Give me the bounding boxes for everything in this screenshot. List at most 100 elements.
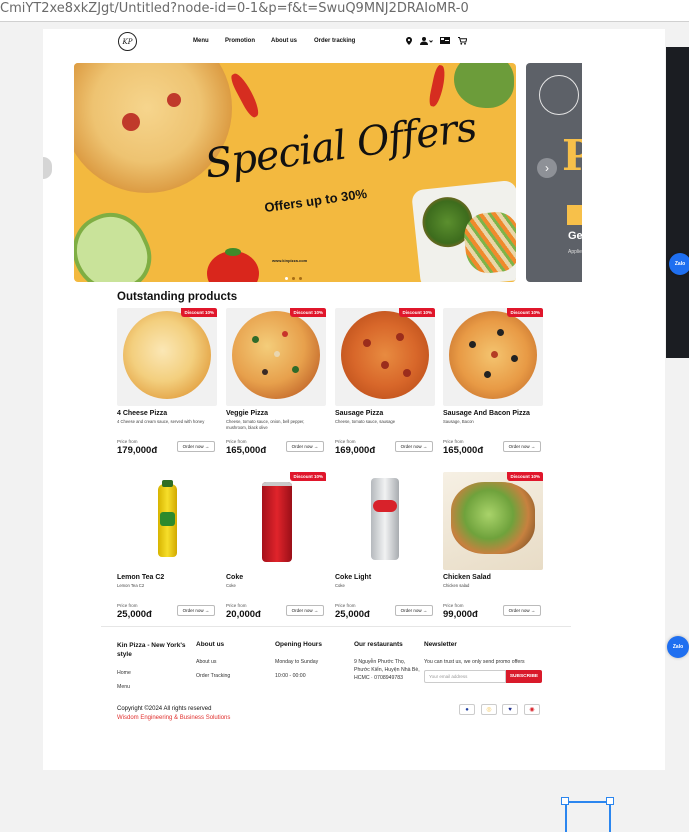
zalo-chat-button[interactable]: Zalo xyxy=(667,636,689,658)
browser-address-bar[interactable]: CmiYT2xe8xkZJgt/Untitled?node-id=0-1&p=f… xyxy=(0,0,689,22)
banner-lettuce-image xyxy=(454,63,514,108)
nav-about-us[interactable]: About us xyxy=(271,38,297,44)
nav-menu[interactable]: Menu xyxy=(193,38,209,44)
nav-order-tracking[interactable]: Order tracking xyxy=(314,38,355,44)
pinterest-icon[interactable]: ◉ xyxy=(524,704,540,715)
can-logo xyxy=(373,500,397,512)
product-price: 165,000đ xyxy=(443,445,484,456)
instagram-icon[interactable]: ◎ xyxy=(481,704,497,715)
price-from-label: Price from xyxy=(117,603,138,608)
footer-hours-days: Monday to Sunday xyxy=(275,659,319,665)
product-image[interactable]: Discount 10% xyxy=(226,308,326,406)
resize-handle[interactable] xyxy=(606,797,614,805)
email-field[interactable]: Your email address xyxy=(424,670,506,683)
product-price: 165,000đ xyxy=(226,445,267,456)
order-now-button[interactable]: Order now → xyxy=(503,605,541,616)
brand-logo[interactable]: KP xyxy=(118,32,137,51)
carousel-next-button[interactable]: › xyxy=(537,158,557,178)
product-price: 169,000đ xyxy=(335,445,376,456)
promo-banner[interactable]: Special Offers Offers up to 30% www.kinp… xyxy=(74,63,516,282)
product-image[interactable]: Discount 10% xyxy=(335,308,435,406)
discount-badge: Discount 10% xyxy=(507,308,543,317)
next-banner-text: Ge xyxy=(568,230,582,242)
product-price: 179,000đ xyxy=(117,445,158,456)
facebook-icon[interactable]: ● xyxy=(459,704,475,715)
product-name[interactable]: Veggie Pizza xyxy=(226,410,268,417)
product-image[interactable] xyxy=(335,472,435,570)
product-name[interactable]: 4 Cheese Pizza xyxy=(117,410,167,417)
chevron-right-icon: › xyxy=(545,161,549,175)
product-image[interactable]: Discount 10% xyxy=(226,472,326,570)
nav-promotion[interactable]: Promotion xyxy=(225,38,255,44)
coke-can-image xyxy=(262,482,292,562)
footer-link-home[interactable]: Home xyxy=(117,669,131,677)
product-desc: Cheese, tomato sauce, onion, bell pepper… xyxy=(226,419,305,430)
product-desc: Coke xyxy=(335,583,345,588)
discount-badge: Discount 10% xyxy=(399,308,435,317)
url-text: CmiYT2xe8xkZJgt/Untitled?node-id=0-1&p=f… xyxy=(0,1,469,16)
company-link[interactable]: Wisdom Engineering & Business Solutions xyxy=(117,715,230,721)
product-image[interactable]: Discount 10% xyxy=(117,308,217,406)
pizza-image xyxy=(232,311,320,399)
footer-restaurant-address: 9 Nguyễn Phước Thọ, Phước Kiển, Huyện Nh… xyxy=(354,659,420,681)
footer-link-menu[interactable]: Menu xyxy=(117,683,130,691)
footer-restaurants-title: Our restaurants xyxy=(354,641,403,648)
product-name[interactable]: Sausage Pizza xyxy=(335,410,383,417)
location-pin-icon[interactable] xyxy=(405,36,413,45)
order-now-button[interactable]: Order now → xyxy=(177,441,215,452)
footer-hours-title: Opening Hours xyxy=(275,641,322,648)
next-banner-letter: P xyxy=(562,131,582,180)
carousel-prev-button[interactable] xyxy=(43,157,52,179)
footer-hours-time: 10:00 - 00:00 xyxy=(275,673,306,679)
product-name[interactable]: Chicken Salad xyxy=(443,574,491,581)
subscribe-button[interactable]: SUBSCRIBE xyxy=(506,670,542,683)
language-flag-icon[interactable] xyxy=(439,36,450,45)
copyright-text: Copyright ©2024 All rights reserved xyxy=(117,706,212,712)
product-name[interactable]: Lemon Tea C2 xyxy=(117,574,164,581)
banner-headline: Special Offers xyxy=(202,104,479,188)
price-from-label: Price from xyxy=(335,603,356,608)
discount-badge: Discount 10% xyxy=(181,308,217,317)
product-desc: Sausage, Bacon xyxy=(443,419,474,424)
order-now-button[interactable]: Order now → xyxy=(177,605,215,616)
discount-badge: Discount 10% xyxy=(290,472,326,481)
product-name[interactable]: Coke xyxy=(226,574,243,581)
discount-badge: Discount 10% xyxy=(290,308,326,317)
twitter-icon[interactable]: ♥ xyxy=(502,704,518,715)
selection-frame[interactable] xyxy=(565,801,611,832)
section-title: Outstanding products xyxy=(117,291,238,303)
zalo-chat-button[interactable]: Zalo xyxy=(669,253,689,275)
carousel-dot[interactable] xyxy=(292,277,295,280)
discount-badge: Discount 10% xyxy=(507,472,543,481)
product-price: 20,000đ xyxy=(226,609,261,620)
banner-tomato-image xyxy=(207,248,259,282)
banner-website: www.kinpizza.com xyxy=(272,258,308,263)
resize-handle[interactable] xyxy=(561,797,569,805)
order-now-button[interactable]: Order now → xyxy=(395,441,433,452)
product-name[interactable]: Sausage And Bacon Pizza xyxy=(443,410,530,417)
order-now-button[interactable]: Order now → xyxy=(286,441,324,452)
carousel-dot[interactable] xyxy=(299,277,302,280)
carousel-dots[interactable] xyxy=(285,277,302,280)
bottle-cap xyxy=(162,480,173,487)
price-from-label: Price from xyxy=(226,603,247,608)
next-banner-bar xyxy=(567,205,582,225)
price-from-label: Price from xyxy=(335,439,356,444)
product-image[interactable] xyxy=(117,472,217,570)
order-now-button[interactable]: Order now → xyxy=(503,441,541,452)
side-panel-preview xyxy=(666,47,689,358)
coke-light-can-image xyxy=(371,478,399,560)
user-icon[interactable] xyxy=(419,36,433,45)
product-price: 25,000đ xyxy=(335,609,370,620)
product-image[interactable]: Discount 10% xyxy=(443,308,543,406)
product-price: 99,000đ xyxy=(443,609,478,620)
cart-icon[interactable] xyxy=(457,36,467,45)
order-now-button[interactable]: Order now → xyxy=(395,605,433,616)
carousel-dot[interactable] xyxy=(285,277,288,280)
order-now-button[interactable]: Order now → xyxy=(286,605,324,616)
product-name[interactable]: Coke Light xyxy=(335,574,371,581)
footer-link-order-tracking[interactable]: Order Tracking xyxy=(196,672,230,680)
footer-newsletter-desc: You can trust us, we only send promo off… xyxy=(424,659,525,665)
footer-link-about[interactable]: About us xyxy=(196,658,216,666)
product-image[interactable]: Discount 10% xyxy=(443,472,543,570)
